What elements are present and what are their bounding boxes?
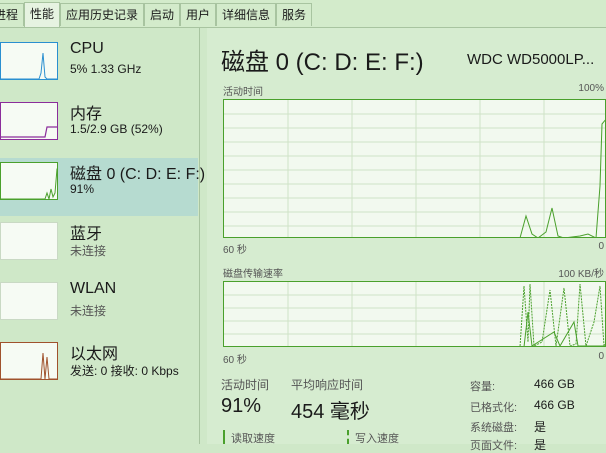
activity-time-graph: [223, 99, 606, 238]
disk-thumbnail-graph: [0, 162, 58, 200]
write-speed-swatch: [347, 430, 349, 444]
transfer-graph-time: 60 秒: [223, 355, 247, 366]
tab-details[interactable]: 详细信息: [216, 3, 276, 26]
sidebar-item-ethernet[interactable]: 以太网 发送: 0 接收: 0 Kbps: [0, 338, 198, 396]
page-file-label: 页面文件:: [470, 440, 518, 452]
tab-users[interactable]: 用户: [180, 3, 216, 26]
sidebar-item-bluetooth[interactable]: 蓝牙 未连接: [0, 218, 198, 276]
active-time-label: 活动时间: [221, 378, 270, 392]
tab-app-history[interactable]: 应用历史记录: [60, 3, 144, 26]
capacity-label: 容量:: [470, 381, 496, 393]
activity-graph-time: 60 秒: [223, 245, 247, 256]
capacity-value: 466 GB: [534, 377, 575, 391]
sidebar-item-disk[interactable]: 磁盘 0 (C: D: E: F:) 91%: [0, 158, 205, 216]
tab-performance[interactable]: 性能: [24, 2, 60, 27]
sidebar: CPU 5% 1.33 GHz 内存 1.5/2.9 GB (52%) 磁盘 0…: [0, 28, 205, 444]
avg-response-value: 454 毫秒: [291, 401, 370, 423]
disk-detail-panel: 磁盘 0 (C: D: E: F:) WDC WD5000LP... 活动时间 …: [207, 28, 606, 452]
sidebar-item-label: CPU: [70, 40, 104, 57]
transfer-graph-min: 0: [598, 351, 604, 362]
tab-bar: 进程 性能 应用历史记录 启动 用户 详细信息 服务: [0, 0, 606, 28]
sidebar-item-value: 未连接: [70, 304, 107, 318]
active-time-value: 91%: [221, 395, 262, 417]
tab-startup[interactable]: 启动: [144, 3, 180, 26]
page-title: 磁盘 0 (C: D: E: F:): [221, 49, 424, 76]
transfer-graph-label: 磁盘传输速率: [223, 269, 283, 280]
formatted-value: 466 GB: [534, 398, 575, 412]
sidebar-item-value: 发送: 0 接收: 0 Kbps: [70, 364, 179, 378]
sidebar-item-label: 蓝牙: [70, 226, 103, 243]
activity-graph-label: 活动时间: [223, 87, 263, 98]
activity-graph-max: 100%: [578, 83, 604, 94]
sidebar-item-value: 1.5/2.9 GB (52%): [70, 122, 163, 136]
wlan-thumbnail-graph: [0, 282, 58, 320]
tab-processes[interactable]: 进程: [0, 3, 24, 26]
sidebar-item-value: 5% 1.33 GHz: [70, 62, 142, 76]
memory-thumbnail-graph: [0, 102, 58, 140]
sidebar-item-label: 内存: [70, 106, 103, 123]
bluetooth-thumbnail-graph: [0, 222, 58, 260]
activity-graph-min: 0: [598, 241, 604, 252]
sidebar-item-label: WLAN: [70, 280, 117, 297]
transfer-graph-max: 100 KB/秒: [558, 269, 604, 280]
tab-services[interactable]: 服务: [276, 3, 312, 26]
cpu-thumbnail-graph: [0, 42, 58, 80]
system-disk-label: 系统磁盘:: [470, 422, 518, 434]
ethernet-thumbnail-graph: [0, 342, 58, 380]
sidebar-item-label: 磁盘 0 (C: D: E: F:): [70, 166, 206, 183]
sidebar-item-cpu[interactable]: CPU 5% 1.33 GHz: [0, 38, 198, 96]
sidebar-item-value: 未连接: [70, 244, 107, 258]
page-file-value: 是: [534, 438, 547, 452]
sidebar-item-label: 以太网: [70, 346, 119, 363]
read-speed-swatch: [223, 430, 225, 444]
transfer-rate-graph: [223, 281, 606, 347]
disk-model: WDC WD5000LP...: [467, 51, 595, 68]
system-disk-value: 是: [534, 420, 547, 434]
formatted-label: 已格式化:: [470, 402, 518, 414]
sidebar-item-wlan[interactable]: WLAN 未连接: [0, 278, 198, 336]
sidebar-item-memory[interactable]: 内存 1.5/2.9 GB (52%): [0, 98, 198, 156]
avg-response-label: 平均响应时间: [291, 378, 364, 392]
sidebar-item-value: 91%: [70, 182, 95, 196]
